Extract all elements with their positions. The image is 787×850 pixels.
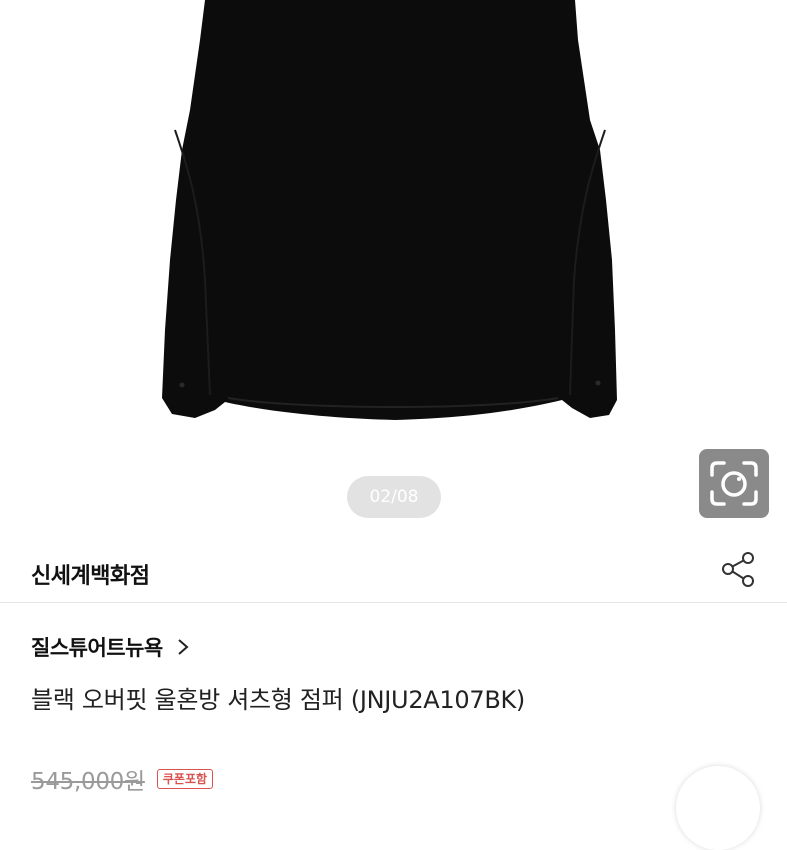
share-icon [722,552,754,587]
brand-name: 질스튜어트뉴욕 [31,636,163,660]
product-image-gallery[interactable]: 02/08 [0,0,787,540]
brand-link[interactable]: 질스튜어트뉴욕 [31,632,189,662]
camera-lens-icon [710,461,758,506]
share-button[interactable] [719,548,757,590]
original-price: 545,000원 [31,769,145,795]
price-row: 545,000원 쿠폰포함 [31,764,214,795]
product-title: 블랙 오버핏 울혼방 셔츠형 점퍼 (JNJU2A107BK) [31,686,525,714]
camera-lens-button[interactable] [699,449,769,518]
product-image [162,0,617,420]
chevron-right-icon [178,639,189,655]
floating-action-button[interactable] [676,766,760,850]
coupon-badge: 쿠폰포함 [156,769,214,789]
image-page-indicator: 02/08 [347,476,441,518]
store-name[interactable]: 신세계백화점 [31,558,150,590]
store-row: 신세계백화점 [0,540,787,603]
